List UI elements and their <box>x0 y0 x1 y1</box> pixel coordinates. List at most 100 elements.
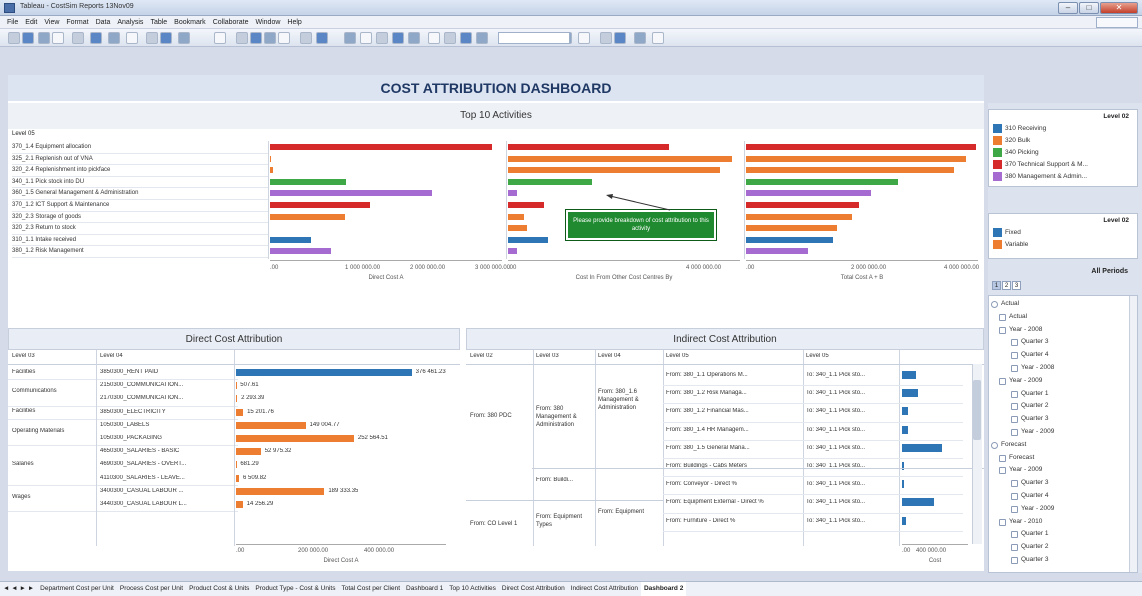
direct-row-label[interactable]: 3440300_CASUAL LABOUR L... <box>100 501 230 507</box>
indirect-bar[interactable] <box>902 425 908 434</box>
top10-bar[interactable] <box>270 167 273 174</box>
legend-swatch[interactable] <box>993 160 1002 169</box>
top10-bar[interactable] <box>746 213 852 220</box>
menu-collaborate[interactable]: Collaborate <box>213 16 249 29</box>
top10-bar[interactable] <box>270 178 347 185</box>
tree-checkbox[interactable] <box>999 467 1006 475</box>
tree-item[interactable]: Quarter 3 <box>1021 556 1048 563</box>
tree-item[interactable]: Quarter 2 <box>1021 543 1048 550</box>
tree-checkbox[interactable] <box>999 454 1006 462</box>
tree-checkbox[interactable] <box>1011 493 1018 500</box>
toolbar-button-icon[interactable] <box>146 32 158 44</box>
menu-help[interactable]: Help <box>287 16 301 29</box>
direct-bar[interactable] <box>236 435 354 442</box>
tree-item[interactable]: Year - 2010 <box>1009 518 1042 525</box>
close-icon[interactable]: ✕ <box>1100 2 1138 14</box>
direct-bar[interactable] <box>236 501 243 508</box>
indirect-row-from[interactable]: From: Equipment External - Direct % <box>666 499 800 505</box>
period-tab-2[interactable]: 2 <box>1002 281 1011 290</box>
menu-file[interactable]: File <box>7 16 18 29</box>
tree-item[interactable]: Year - 2009 <box>1021 505 1054 512</box>
legend-swatch[interactable] <box>993 228 1002 237</box>
top10-bar[interactable] <box>508 190 518 197</box>
direct-row-label[interactable]: 3850300_RENT PAID <box>100 369 230 375</box>
indirect-row-to[interactable]: To: 340_1.1 Pick sto... <box>806 518 896 524</box>
tree-checkbox[interactable] <box>1011 339 1018 347</box>
toolbar-button-icon[interactable] <box>614 32 626 44</box>
tree-checkbox[interactable] <box>1011 531 1018 539</box>
top10-bar[interactable] <box>746 248 809 255</box>
top10-bar[interactable] <box>746 190 872 197</box>
indirect-bar[interactable] <box>902 516 906 525</box>
top10-bar[interactable] <box>270 144 493 150</box>
tree-checkbox[interactable] <box>1011 403 1018 411</box>
legend-item[interactable]: 340 Picking <box>1005 149 1135 156</box>
tab-nav-icon[interactable]: ◄ ◄ ► ► <box>0 582 37 596</box>
toolbar-button-icon[interactable] <box>300 32 312 44</box>
toolbar-button-icon[interactable] <box>72 32 84 44</box>
toolbar-button-icon[interactable] <box>600 32 612 44</box>
scrollbar-thumb[interactable] <box>973 380 981 440</box>
toolbar-button-icon[interactable] <box>634 32 646 44</box>
direct-bar[interactable] <box>236 421 306 429</box>
toolbar-button-icon[interactable] <box>428 32 440 44</box>
toolbar-button-icon[interactable] <box>392 32 404 44</box>
direct-row-label[interactable]: 4650300_SALARIES - BASIC <box>100 448 230 454</box>
toolbar-button-icon[interactable] <box>476 32 488 44</box>
tree-item[interactable]: Quarter 3 <box>1021 479 1048 486</box>
legend-swatch[interactable] <box>993 124 1002 133</box>
tree-checkbox[interactable] <box>991 441 998 449</box>
tree-item[interactable]: Year - 2008 <box>1021 364 1054 371</box>
tree-checkbox[interactable] <box>999 313 1006 321</box>
direct-row-label[interactable]: 3400300_CASUAL LABOUR ... <box>100 488 230 494</box>
toolbar-button-icon[interactable] <box>52 32 64 44</box>
period-tab-3[interactable]: 3 <box>1012 281 1021 290</box>
toolbar-button-icon[interactable] <box>126 32 138 44</box>
top10-bar[interactable] <box>508 202 545 208</box>
indirect-row-to[interactable]: To: 340_1.1 Pick sto... <box>806 372 896 378</box>
indirect-row-from[interactable]: From: 380_1.4 HR Managem... <box>666 427 800 433</box>
toolbar-button-icon[interactable] <box>90 32 102 44</box>
top10-bar[interactable] <box>746 178 899 185</box>
minimize-icon[interactable]: – <box>1058 2 1078 14</box>
top10-bar[interactable] <box>746 225 837 232</box>
toolbar-button-icon[interactable] <box>264 32 276 44</box>
sheet-tab[interactable]: Total Cost per Client <box>339 582 404 596</box>
sheet-tab[interactable]: Dashboard 1 <box>403 582 446 596</box>
top10-bar[interactable] <box>270 202 371 208</box>
toolbar-button-icon[interactable] <box>376 32 388 44</box>
indirect-row-to[interactable]: To: 340_1.1 Pick sto... <box>806 481 896 487</box>
legend-swatch[interactable] <box>993 240 1002 249</box>
top10-bar[interactable] <box>508 167 720 174</box>
sheet-tab[interactable]: Dashboard 2 <box>640 582 687 596</box>
legend-swatch[interactable] <box>993 172 1002 181</box>
menu-window[interactable]: Window <box>256 16 281 29</box>
sheet-tab[interactable]: Product Type - Cost & Units <box>252 582 338 596</box>
sheet-tab[interactable]: Department Cost per Unit <box>37 582 117 596</box>
indirect-bar[interactable] <box>902 371 916 379</box>
tree-item[interactable]: Quarter 1 <box>1021 530 1048 537</box>
legend-item[interactable]: Variable <box>1005 241 1135 248</box>
toolbar-button-icon[interactable] <box>460 32 472 44</box>
indirect-row-from[interactable]: From: Furniture - Direct % <box>666 518 800 524</box>
toolbar-button-icon[interactable] <box>444 32 456 44</box>
maximize-icon[interactable]: □ <box>1079 2 1099 14</box>
tree-item[interactable]: Quarter 1 <box>1021 390 1048 397</box>
tree-item[interactable]: Quarter 3 <box>1021 338 1048 345</box>
direct-row-label[interactable]: 2150300_COMMUNICATION... <box>100 382 230 388</box>
top10-bar[interactable] <box>508 213 524 220</box>
indirect-row-to[interactable]: To: 340_1.1 Pick sto... <box>806 408 896 414</box>
toolbar-button-icon[interactable] <box>344 32 356 44</box>
period-tab-1[interactable]: 1 <box>992 281 1001 290</box>
tree-checkbox[interactable] <box>1011 390 1018 398</box>
indirect-row-from[interactable]: From: 380_1.5 General Mana... <box>666 445 800 451</box>
direct-bar[interactable] <box>236 395 238 403</box>
top10-bar[interactable] <box>270 190 432 197</box>
indirect-bar[interactable] <box>902 480 904 489</box>
top10-bar[interactable] <box>270 236 312 243</box>
top10-bar[interactable] <box>746 202 859 208</box>
indirect-bar[interactable] <box>902 389 918 398</box>
indirect-row-from[interactable]: From: 380_1.2 Risk Managa... <box>666 390 800 396</box>
tree-item[interactable]: Quarter 2 <box>1021 402 1048 409</box>
tree-item[interactable]: Year - 2009 <box>1009 466 1042 473</box>
